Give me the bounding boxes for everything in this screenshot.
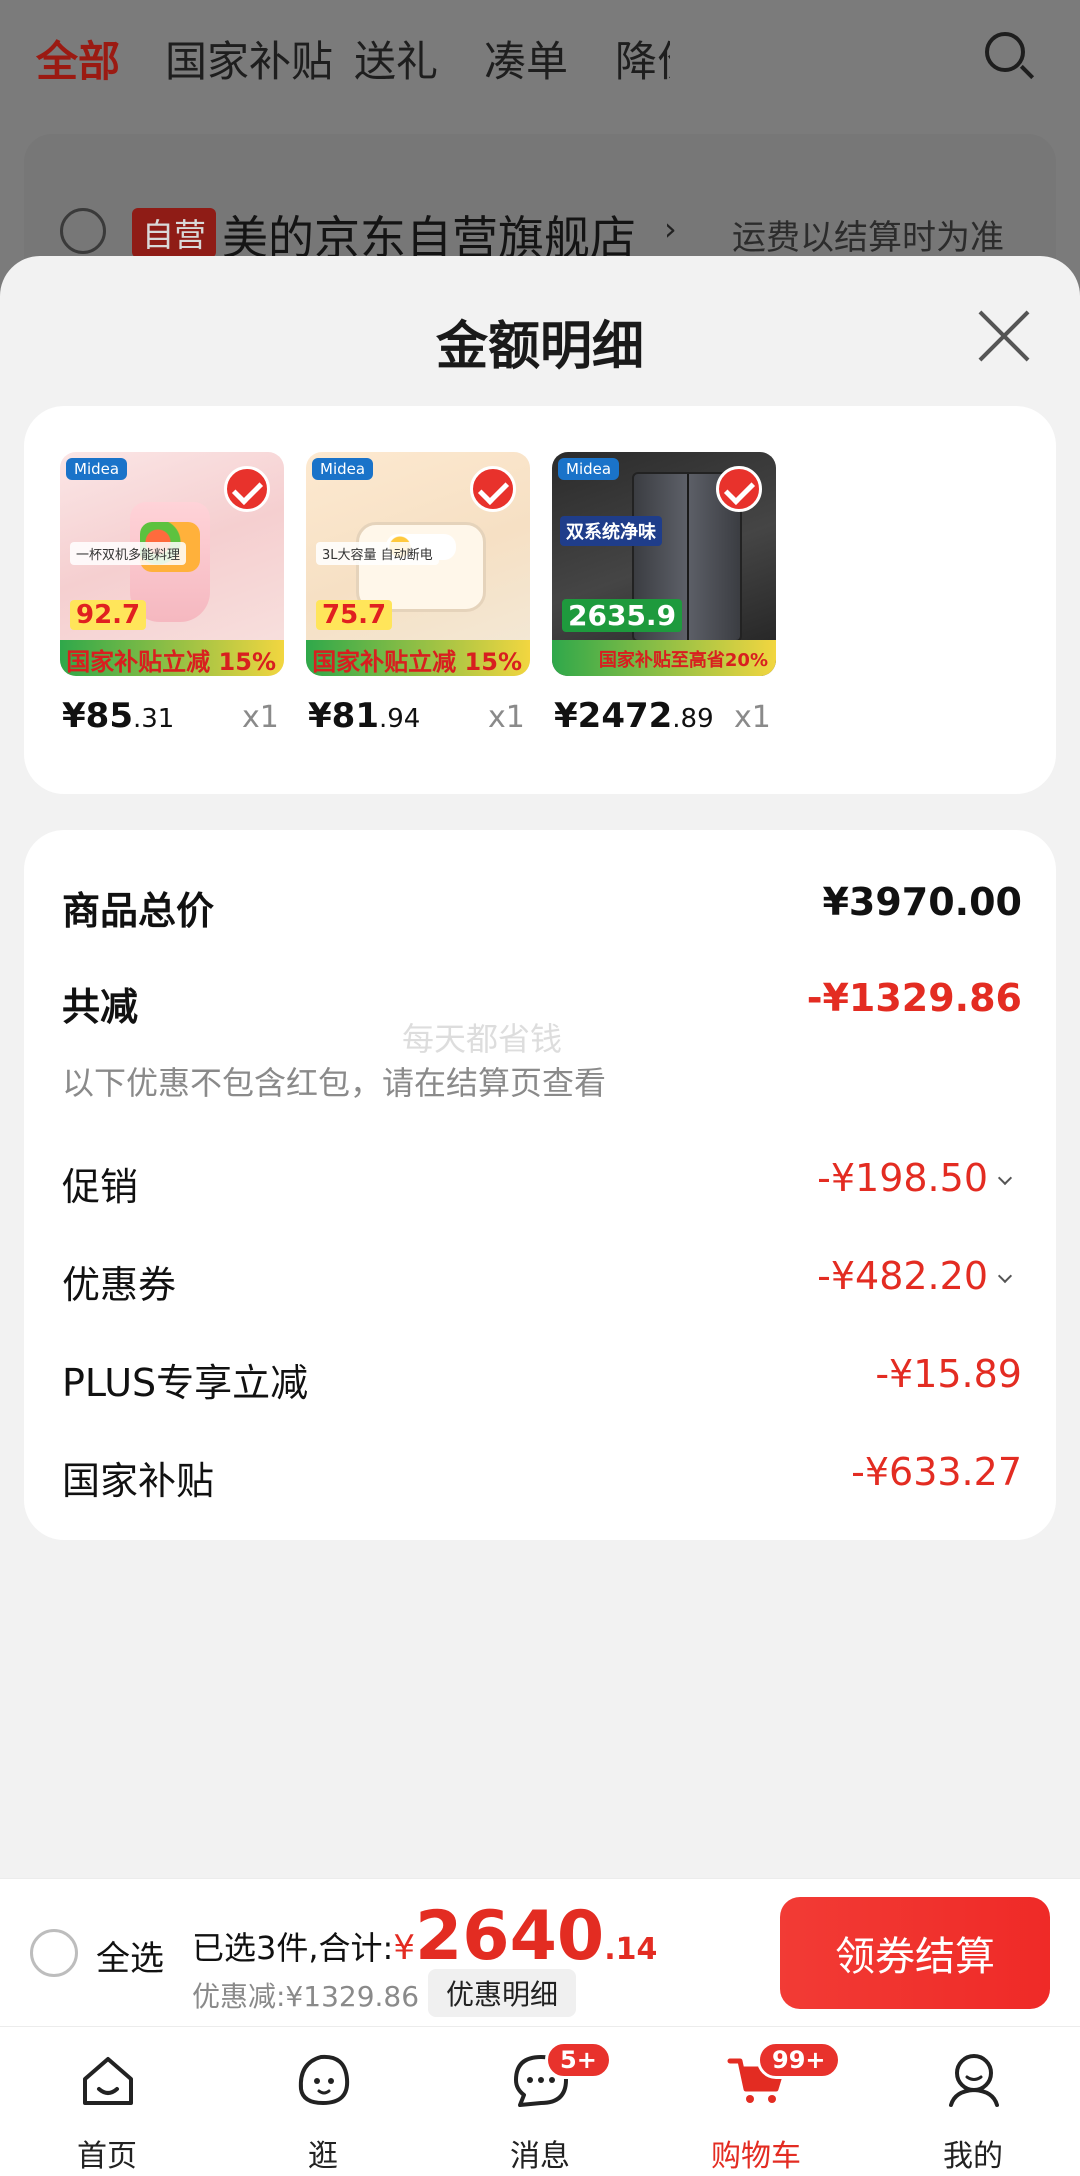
product-price: ¥85.31 [62, 696, 175, 736]
subsidy-tag: 国家补贴立减 15% [312, 648, 522, 676]
home-icon [83, 2057, 133, 2105]
cart-badge: 99+ [757, 2041, 841, 2079]
face-icon [298, 2054, 350, 2106]
discount-detail-button[interactable]: 优惠明细 [428, 1969, 577, 2017]
close-icon[interactable] [976, 308, 1032, 364]
coupon-value: -¥482.20 [817, 1254, 1013, 1298]
selected-products-card: Midea 一杯双机多能料理 92.7 国家补贴立减 15% ¥85.31 x1… [24, 406, 1056, 794]
checkmark-icon [224, 466, 270, 512]
product-quantity: x1 [488, 700, 525, 735]
chevron-down-icon [997, 1170, 1013, 1186]
total-discount-value: -¥1329.86 [806, 976, 1022, 1020]
checkout-button[interactable]: 领券结算 [780, 1897, 1050, 2009]
self-operated-badge: 自营 [132, 208, 217, 258]
brand-logo: Midea [558, 458, 620, 480]
total-discount-label: 共减 [62, 985, 139, 1029]
tab-label: 购物车 [711, 2139, 801, 2174]
subsidy-tag: 国家补贴至高省20% [598, 650, 768, 671]
shipping-note: 运费以结算时为准 [732, 218, 1004, 258]
product-quantity: x1 [734, 700, 771, 735]
tab-national-subsidy[interactable]: 国家补贴 [165, 28, 333, 89]
tab-messages[interactable]: 5+ 消息 [465, 2027, 615, 2176]
tab-bundle[interactable]: 凑单 [484, 28, 568, 89]
message-badge: 5+ [545, 2041, 612, 2079]
chevron-right-icon: › [664, 210, 677, 248]
national-subsidy-value: -¥633.27 [851, 1450, 1022, 1494]
total-price-value: ¥3970.00 [822, 880, 1022, 924]
product-item[interactable]: Midea 双系统净味 2635.9 国家补贴至高省20% [552, 452, 776, 676]
plus-discount-label: PLUS专享立减 [62, 1361, 309, 1405]
plus-discount-value: -¥15.89 [875, 1352, 1022, 1396]
product-image: Midea 一杯双机多能料理 92.7 国家补贴立减 15% [60, 452, 284, 676]
checkout-bar: 全选 已选3件,合计:¥2640.14 优惠减:¥1329.86 优惠明细 领券… [0, 1878, 1080, 2026]
product-price: ¥81.94 [308, 696, 421, 736]
tab-profile[interactable]: 我的 [898, 2027, 1048, 2176]
select-all-label[interactable]: 全选 [96, 1931, 164, 1980]
product-image: Midea 3L大容量 自动断电 75.7 国家补贴立减 15% [306, 452, 530, 676]
checkmark-icon [716, 466, 762, 512]
search-icon[interactable] [985, 32, 1025, 72]
user-icon [949, 2054, 999, 2107]
tab-cart[interactable]: 99+ 购物车 [681, 2027, 841, 2176]
discount-note: 以下优惠不包含红包，请在结算页查看 [62, 1064, 607, 1102]
promo-price: 75.7 [316, 600, 393, 630]
product-image: Midea 双系统净味 2635.9 国家补贴至高省20% [552, 452, 776, 676]
chevron-down-icon [997, 1268, 1013, 1284]
national-subsidy-label: 国家补贴 [62, 1459, 215, 1503]
promotion-value: -¥198.50 [817, 1156, 1013, 1200]
top-category-tabs: 全部 国家补贴 送礼 凑单 降价 [0, 0, 1080, 120]
subsidy-band: 国家补贴立减 15% [306, 640, 530, 676]
product-spec: 双系统净味 [560, 516, 662, 546]
promotion-label: 促销 [62, 1165, 139, 1209]
subsidy-tag: 国家补贴立减 15% [66, 648, 276, 676]
total-price-label: 商品总价 [62, 889, 215, 933]
subsidy-band: 国家补贴立减 15% [60, 640, 284, 676]
discount-summary: 优惠减:¥1329.86 [192, 1980, 420, 2013]
tab-label: 首页 [77, 2139, 137, 2174]
brand-logo: Midea [66, 458, 128, 480]
store-select-radio[interactable] [60, 208, 106, 254]
sheet-title: 金额明细 [435, 317, 644, 377]
coupon-label: 优惠券 [62, 1263, 177, 1307]
product-price: ¥2472.89 [554, 696, 714, 736]
tab-all[interactable]: 全部 [36, 28, 120, 89]
product-quantity: x1 [242, 700, 279, 735]
checkmark-icon [470, 466, 516, 512]
product-item[interactable]: Midea 一杯双机多能料理 92.7 国家补贴立减 15% [60, 452, 284, 676]
select-all-radio[interactable] [30, 1929, 78, 1977]
product-item[interactable]: Midea 3L大容量 自动断电 75.7 国家补贴立减 15% [306, 452, 530, 676]
bottom-tab-bar: 首页 逛 5+ 消息 99+ 购物车 我的 [0, 2026, 1080, 2176]
promo-price: 2635.9 [562, 599, 683, 632]
amount-breakdown-card: 商品总价 ¥3970.00 共减 -¥1329.86 每天都省钱 以下优惠不包含… [24, 830, 1056, 1540]
tab-price-drop[interactable]: 降价 [615, 28, 670, 89]
watermark: 每天都省钱 [402, 1020, 563, 1058]
tab-label: 我的 [943, 2139, 1003, 2174]
tab-label: 消息 [510, 2139, 570, 2174]
tab-gifts[interactable]: 送礼 [354, 28, 438, 89]
tab-explore[interactable]: 逛 [248, 2027, 398, 2176]
subsidy-band: 国家补贴至高省20% [552, 640, 776, 676]
tab-home[interactable]: 首页 [32, 2027, 182, 2176]
product-spec: 一杯双机多能料理 [70, 542, 187, 565]
tab-label: 逛 [308, 2139, 338, 2174]
brand-logo: Midea [312, 458, 374, 480]
total-summary: 已选3件,合计:¥2640.14 [192, 1897, 658, 1976]
promo-price: 92.7 [70, 600, 147, 630]
product-spec: 3L大容量 自动断电 [316, 542, 439, 565]
